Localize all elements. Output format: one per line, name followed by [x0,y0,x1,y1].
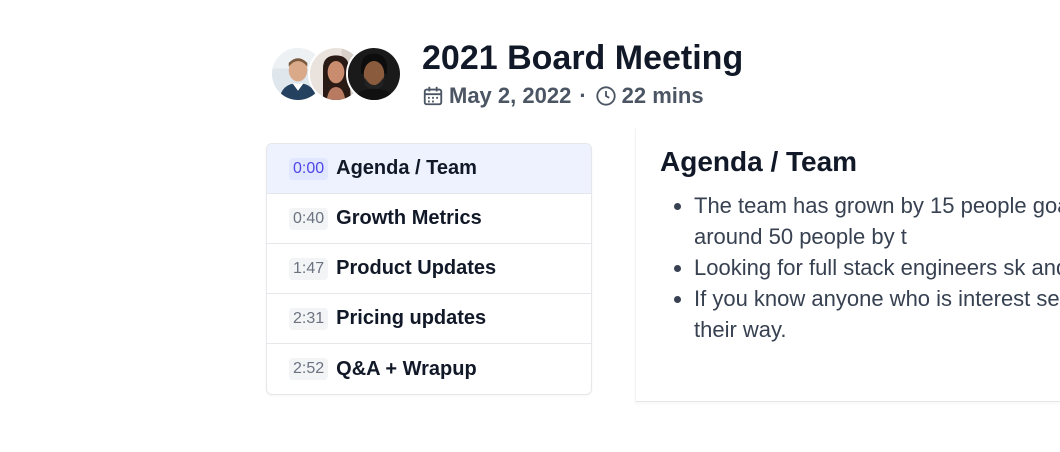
meeting-duration: 22 mins [621,83,704,108]
chapter-label: Product Updates [336,257,497,279]
chapter-label: Q&A + Wrapup [336,357,477,380]
notes-list: The team has grown by 15 people goal is … [660,190,1060,345]
chapter-label: Growth Metrics [336,207,482,229]
chapter-item-pricing-updates[interactable]: 2:31 Pricing updates [267,294,591,344]
calendar-icon [422,85,444,107]
chapter-list: 0:00 Agenda / Team 0:40 Growth Metrics 1… [266,143,592,395]
chapter-timestamp: 0:00 [289,157,329,180]
notes-panel: Agenda / Team The team has grown by 15 p… [635,128,1060,402]
meeting-date: May 2, 2022 [449,83,572,108]
chapter-timestamp: 1:47 [289,257,329,280]
title-block: 2021 Board Meeting May 2, 2022 · 22 mins [422,38,743,110]
meeting-meta: May 2, 2022 · 22 mins [422,82,743,110]
participant-avatars [270,42,406,106]
meta-separator: · [579,83,587,108]
notes-bullet: Looking for full stack engineers sk and … [694,252,1060,283]
chapter-label: Pricing updates [336,307,487,329]
chapter-timestamp: 2:31 [289,307,329,330]
chapter-item-product-updates[interactable]: 1:47 Product Updates [267,244,591,294]
page-title: 2021 Board Meeting [422,39,744,77]
chapter-label: Agenda / Team [336,157,477,179]
chapter-timestamp: 2:52 [289,358,329,380]
meeting-header: 2021 Board Meeting May 2, 2022 · 22 mins [270,38,743,110]
notes-bullet: If you know anyone who is interest send … [694,283,1060,345]
chapter-timestamp: 0:40 [289,207,329,230]
chapter-item-growth-metrics[interactable]: 0:40 Growth Metrics [267,194,591,244]
clock-icon [595,85,617,107]
avatar[interactable] [346,46,402,102]
chapter-item-qa-wrapup[interactable]: 2:52 Q&A + Wrapup [267,344,591,394]
chapter-item-agenda-team[interactable]: 0:00 Agenda / Team [267,144,591,194]
notes-bullet: The team has grown by 15 people goal is … [694,190,1060,252]
notes-title: Agenda / Team [660,146,858,177]
